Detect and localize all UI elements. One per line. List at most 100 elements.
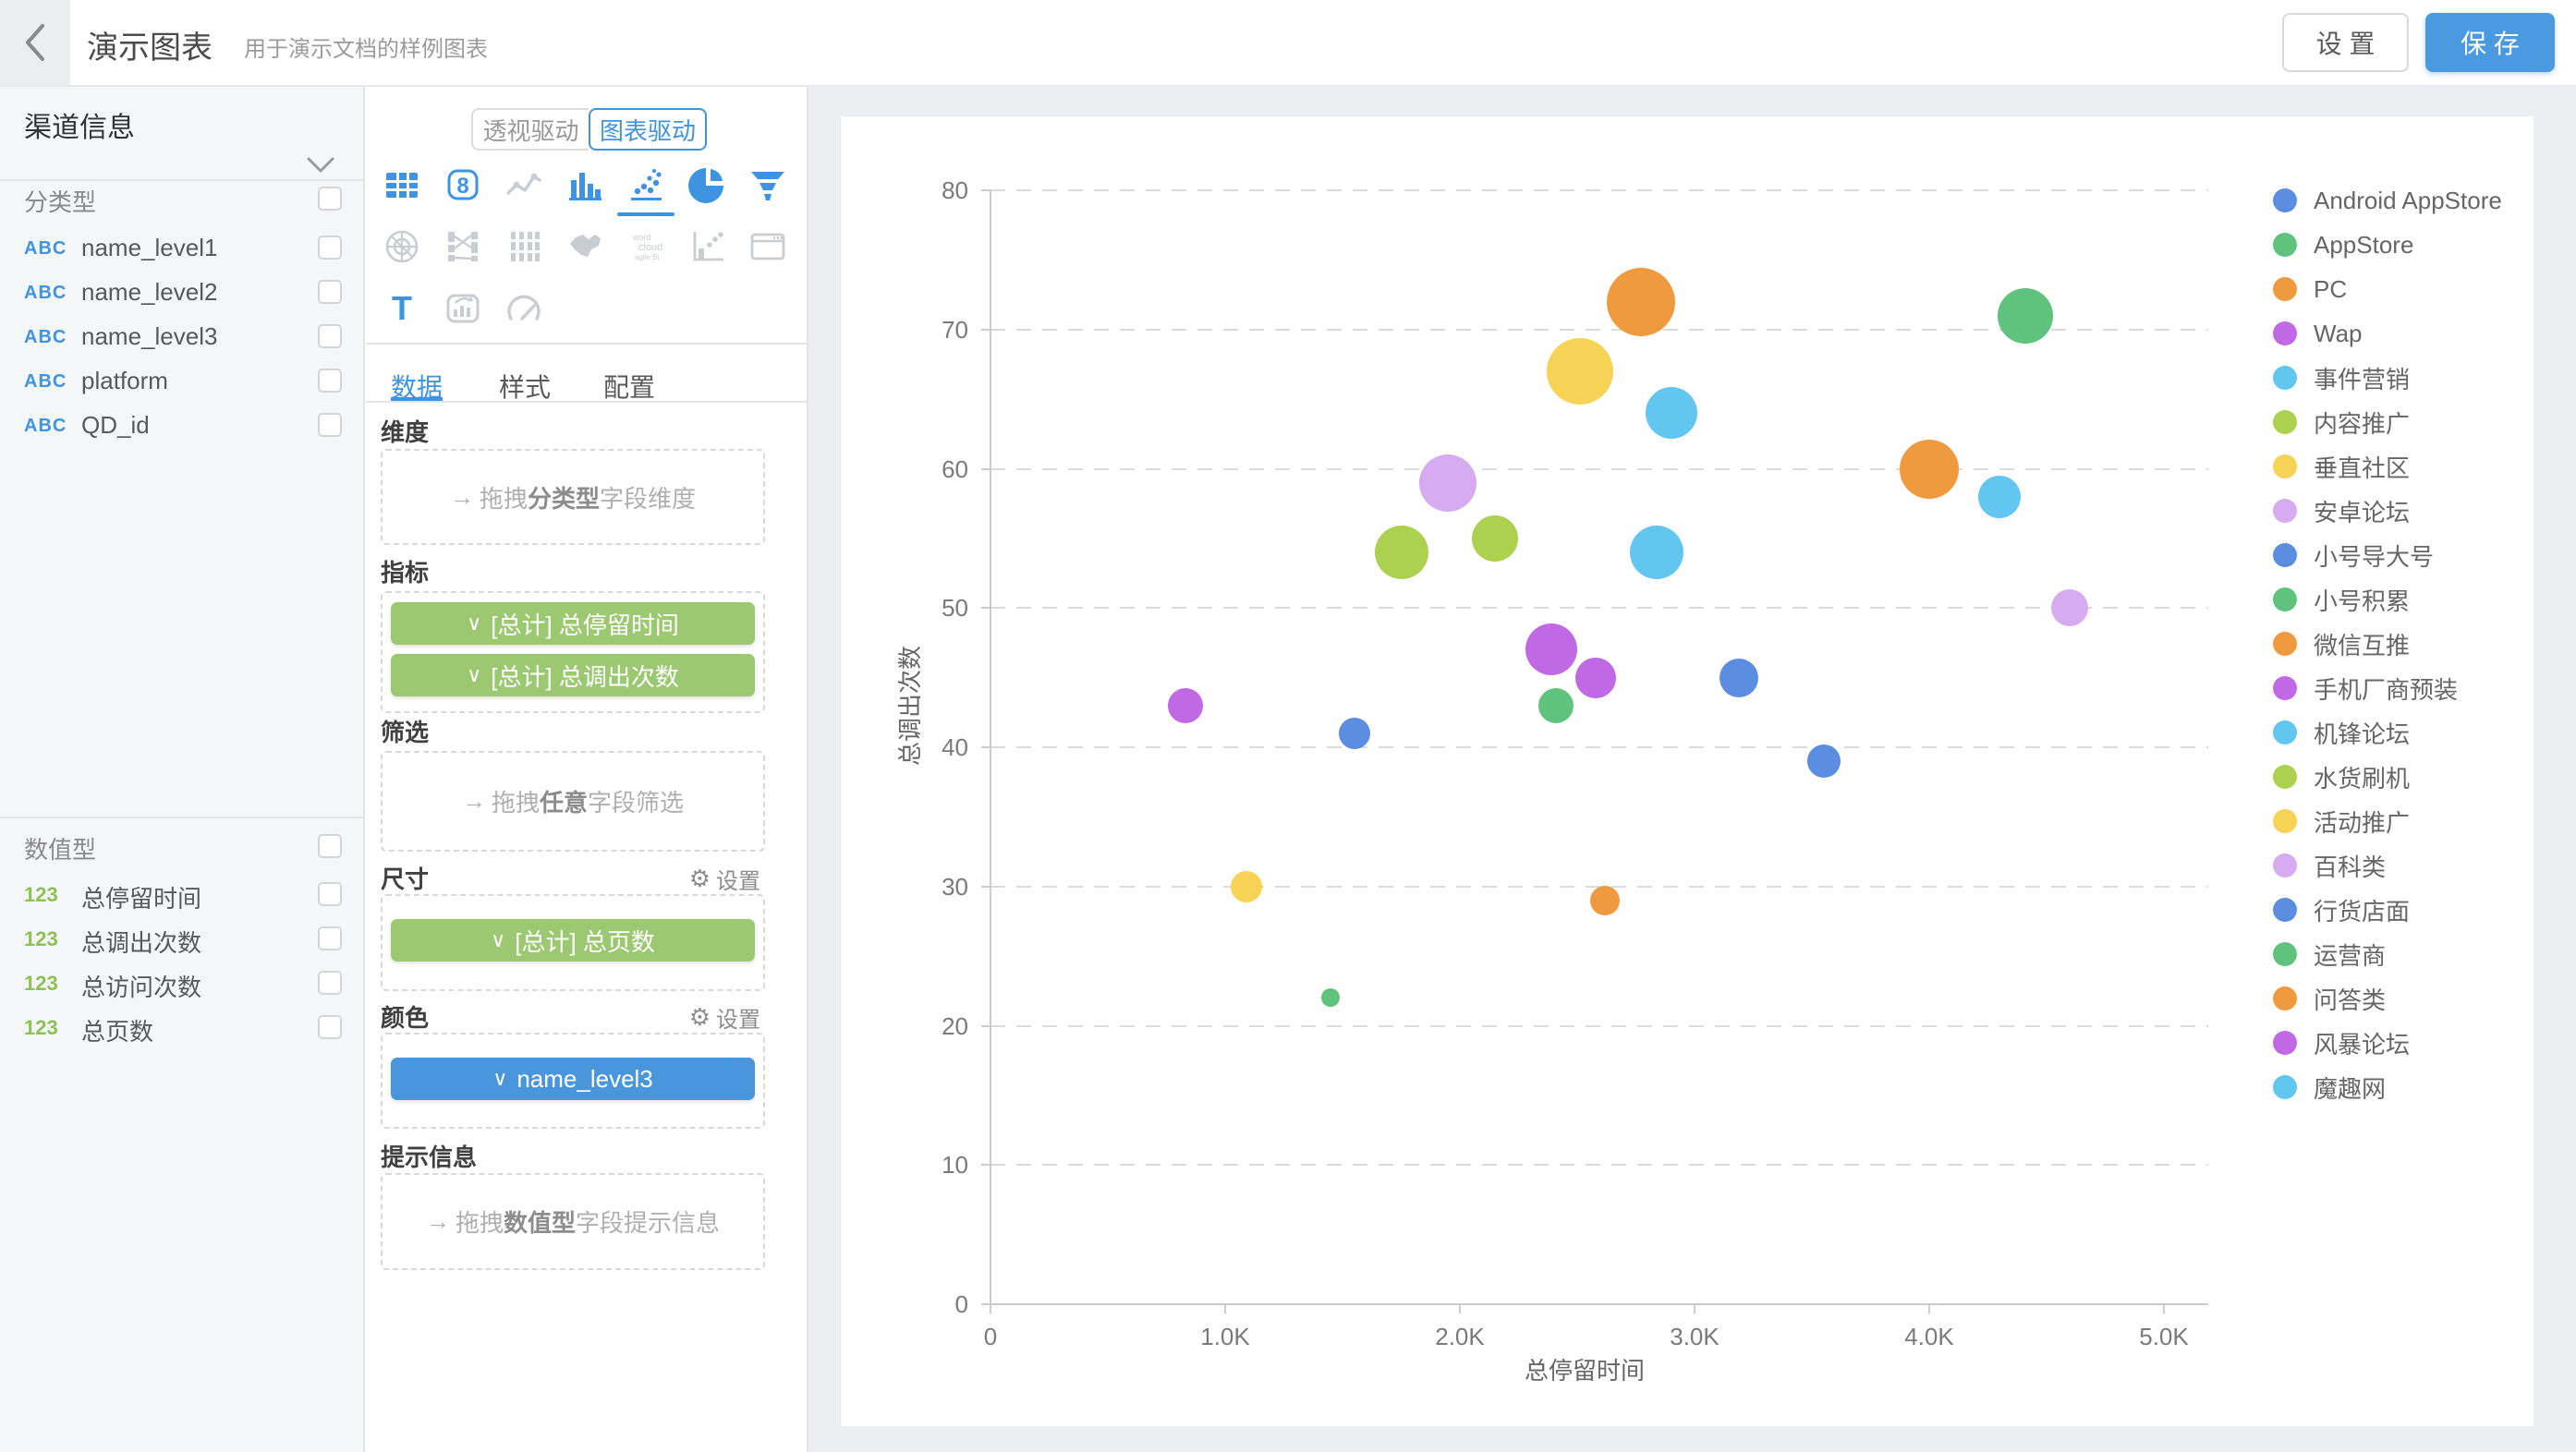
size-settings-action[interactable]: ⚙设置 (689, 863, 760, 895)
chart-bubble[interactable] (1525, 623, 1577, 675)
charttype-image-chart-icon[interactable] (441, 286, 485, 331)
legend-item[interactable]: 安卓论坛 (2273, 499, 2410, 523)
drive-tab-chart[interactable]: 图表驱动 (589, 108, 707, 151)
legend-item[interactable]: 垂直社区 (2273, 454, 2410, 478)
dimension-dropzone[interactable]: →拖拽分类型字段维度 (381, 449, 765, 545)
chart-bubble[interactable] (1538, 688, 1574, 723)
chart-bubble[interactable] (1231, 871, 1262, 902)
charttype-gauge-chart-icon[interactable] (502, 286, 546, 331)
charttype-word-cloud-icon[interactable]: wordcloudagile Bi (624, 224, 668, 269)
field-checkbox[interactable] (318, 369, 342, 393)
dataset-selector[interactable]: 渠道信息 (24, 104, 135, 145)
sidebar-field-row[interactable]: ABCplatform (0, 358, 365, 403)
sidebar-field-row[interactable]: ABCname_level2 (0, 270, 365, 314)
chevron-down-icon[interactable] (305, 155, 336, 175)
charttype-bar-chart-icon[interactable] (563, 163, 607, 207)
charttype-map-chart-icon[interactable] (563, 224, 607, 269)
field-checkbox[interactable] (318, 926, 342, 950)
charttype-funnel-chart-icon[interactable] (746, 163, 790, 207)
field-checkbox[interactable] (318, 280, 342, 304)
legend-item[interactable]: AppStore (2273, 233, 2413, 257)
legend-item[interactable]: Wap (2273, 321, 2363, 345)
color-pill-name-level3[interactable]: ∨name_level3 (391, 1058, 755, 1100)
chart-bubble[interactable] (1419, 454, 1476, 512)
charttype-embed-frame-icon[interactable] (746, 224, 790, 269)
charttype-scatter-chart-icon[interactable] (624, 163, 668, 207)
save-button[interactable]: 保 存 (2425, 13, 2555, 72)
sidebar-field-row[interactable]: ABCname_level1 (0, 225, 365, 270)
measure-pill-callout-count[interactable]: ∨[总计] 总调出次数 (391, 654, 755, 696)
chart-bubble[interactable] (2051, 589, 2088, 626)
sidebar-field-row[interactable]: ABCname_level3 (0, 314, 365, 358)
chart-bubble[interactable] (1547, 338, 1613, 405)
drive-tab-pivot[interactable]: 透视驱动 (471, 108, 589, 151)
legend-item[interactable]: Android AppStore (2273, 188, 2502, 212)
chart-bubble[interactable] (1575, 658, 1616, 698)
svg-text:agile Bi: agile Bi (635, 253, 659, 261)
field-checkbox[interactable] (318, 413, 342, 437)
chart-bubble[interactable] (1646, 387, 1697, 439)
color-settings-action[interactable]: ⚙设置 (689, 1001, 760, 1034)
legend-item[interactable]: 问答类 (2273, 986, 2386, 1010)
charttype-text-widget-icon[interactable]: T (380, 286, 424, 331)
chart-bubble[interactable] (1998, 288, 2053, 344)
chart-bubble[interactable] (1168, 688, 1203, 723)
chart-bubble[interactable] (1900, 440, 1959, 499)
charttype-pie-chart-icon[interactable] (685, 163, 729, 207)
section-checkbox[interactable] (318, 834, 342, 858)
chart-bubble[interactable] (1321, 988, 1340, 1007)
sidebar-field-row[interactable]: 123总页数 (0, 1005, 365, 1049)
legend-item[interactable]: 魔趣网 (2273, 1075, 2386, 1099)
legend-item[interactable]: 手机厂商预装 (2273, 676, 2458, 700)
charttype-gantt-chart-icon[interactable] (502, 224, 546, 269)
legend-item[interactable]: 事件营销 (2273, 366, 2410, 390)
legend-item[interactable]: 风暴论坛 (2273, 1031, 2410, 1055)
charttype-kpi-card-icon[interactable]: 8 (441, 163, 485, 207)
chart-bubble[interactable] (1375, 526, 1428, 579)
size-pill-page-count[interactable]: ∨[总计] 总页数 (391, 919, 755, 962)
legend-item[interactable]: 机锋论坛 (2273, 720, 2410, 744)
back-button[interactable] (0, 0, 70, 85)
legend-item[interactable]: 微信互推 (2273, 632, 2410, 656)
chart-bubble[interactable] (1607, 268, 1675, 336)
sidebar-field-row[interactable]: 123总调出次数 (0, 916, 365, 961)
chart-bubble[interactable] (1590, 886, 1620, 915)
field-checkbox[interactable] (318, 236, 342, 260)
legend-item[interactable]: 小号积累 (2273, 587, 2410, 611)
field-checkbox[interactable] (318, 1015, 342, 1039)
charttype-radar-chart-icon[interactable] (380, 224, 424, 269)
measure-pill-stay-time[interactable]: ∨[总计] 总停留时间 (391, 602, 755, 645)
legend-item[interactable]: 百科类 (2273, 853, 2386, 877)
charttype-sankey-chart-icon[interactable] (441, 224, 485, 269)
charttype-table-chart-icon[interactable] (380, 163, 424, 207)
chart-bubble[interactable] (1807, 744, 1841, 778)
sidebar-field-row[interactable]: 123总停留时间 (0, 872, 365, 916)
page-title: 演示图表 (87, 22, 213, 67)
field-checkbox[interactable] (318, 971, 342, 995)
chart-bubble[interactable] (1339, 718, 1370, 749)
legend-item[interactable]: 水货刷机 (2273, 765, 2410, 789)
legend-item[interactable]: 活动推广 (2273, 809, 2410, 833)
tab-style[interactable]: 样式 (486, 368, 564, 405)
filter-dropzone[interactable]: →拖拽任意字段筛选 (381, 751, 765, 852)
field-checkbox[interactable] (318, 882, 342, 906)
charttype-combo-chart-icon[interactable] (685, 224, 729, 269)
chart-bubble[interactable] (1978, 476, 2021, 518)
chart-bubble[interactable] (1472, 515, 1518, 562)
chart-bubble[interactable] (1630, 526, 1683, 579)
field-type-icon: 123 (24, 1016, 58, 1040)
legend-item[interactable]: PC (2273, 277, 2347, 301)
sidebar-field-row[interactable]: 123总访问次数 (0, 961, 365, 1005)
legend-item[interactable]: 内容推广 (2273, 410, 2410, 434)
sidebar-field-row[interactable]: ABCQD_id (0, 403, 365, 447)
legend-item[interactable]: 运营商 (2273, 942, 2386, 966)
charttype-line-chart-icon[interactable] (502, 163, 546, 207)
tab-config[interactable]: 配置 (590, 368, 668, 405)
chart-bubble[interactable] (1719, 659, 1758, 697)
field-checkbox[interactable] (318, 324, 342, 348)
settings-button[interactable]: 设 置 (2282, 13, 2409, 72)
section-checkbox[interactable] (318, 187, 342, 211)
legend-item[interactable]: 行货店面 (2273, 898, 2410, 922)
tooltip-dropzone[interactable]: →拖拽数值型字段提示信息 (381, 1173, 765, 1270)
legend-item[interactable]: 小号导大号 (2273, 543, 2434, 567)
